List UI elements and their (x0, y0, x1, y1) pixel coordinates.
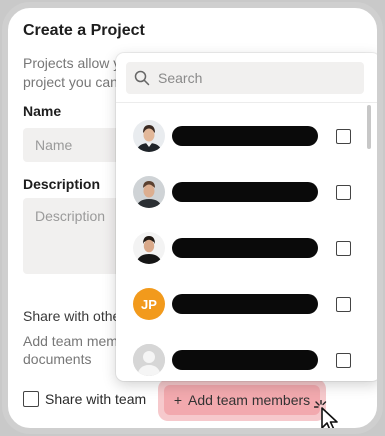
member-search-field[interactable] (126, 62, 364, 94)
share-with-team-checkbox[interactable] (23, 391, 39, 407)
member-search-input[interactable] (158, 70, 338, 86)
member-select-checkbox[interactable] (336, 297, 351, 312)
member-list-item[interactable] (116, 332, 377, 381)
member-picker-dropdown: JP (116, 53, 377, 381)
description-label: Description (23, 176, 101, 192)
member-select-checkbox[interactable] (336, 353, 351, 368)
search-icon (134, 70, 150, 86)
name-label: Name (23, 103, 62, 119)
user-placeholder-icon (133, 344, 165, 376)
avatar (133, 176, 165, 208)
avatar (133, 344, 165, 376)
share-with-team-label: Share with team (45, 391, 147, 407)
member-list-item[interactable] (116, 164, 377, 220)
member-select-checkbox[interactable] (336, 241, 351, 256)
member-name-redacted (172, 182, 318, 202)
member-select-checkbox[interactable] (336, 129, 351, 144)
avatar (133, 232, 165, 264)
search-divider (116, 102, 377, 103)
add-team-members-button[interactable]: + Add team members (164, 385, 320, 415)
create-project-dialog: Create a Project Projects allow you to b… (2, 2, 383, 434)
plus-icon: + (173, 392, 182, 408)
person-photo-icon (133, 120, 165, 152)
pointer-cursor-icon (321, 407, 338, 428)
avatar (133, 120, 165, 152)
add-team-members-label: Add team members (188, 392, 311, 408)
member-select-checkbox[interactable] (336, 185, 351, 200)
person-photo-icon (133, 232, 165, 264)
member-name-redacted (172, 294, 318, 314)
member-name-redacted (172, 238, 318, 258)
member-name-redacted (172, 126, 318, 146)
person-photo-icon (133, 176, 165, 208)
dialog-title: Create a Project (23, 22, 145, 39)
member-list-item[interactable]: JP (116, 276, 377, 332)
member-list-item[interactable] (116, 220, 377, 276)
member-name-redacted (172, 350, 318, 370)
avatar-initials: JP (133, 288, 165, 320)
share-with-team-option[interactable]: Share with team (23, 391, 146, 407)
member-list-item[interactable] (116, 108, 377, 164)
